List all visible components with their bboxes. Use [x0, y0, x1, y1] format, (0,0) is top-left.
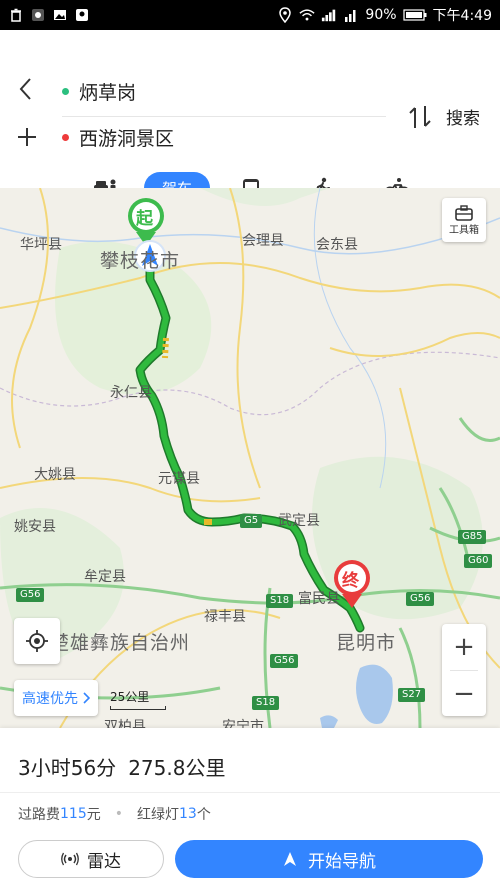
city-label: 攀枝花市 [100, 250, 181, 272]
origin-text: 炳草岗 [79, 82, 137, 104]
radar-button[interactable]: 雷达 [18, 840, 164, 878]
city-label: 武定县 [278, 513, 320, 529]
route-header: 炳草岗 西游洞景区 搜索 驾车 [0, 30, 500, 204]
road-badge: G60 [464, 554, 493, 568]
toll-value: 115 [60, 806, 87, 822]
lights-label: 红绿灯 [137, 807, 179, 823]
signal-icon [321, 7, 337, 23]
signal-2-icon [343, 7, 359, 23]
zoom-out-button[interactable]: − [442, 671, 486, 717]
city-label: 会东县 [316, 237, 358, 253]
scale-bar [110, 706, 166, 710]
trash-icon [8, 7, 24, 23]
city-label: 禄丰县 [204, 609, 246, 625]
city-label: 牟定县 [84, 569, 126, 585]
route-summary[interactable]: 3小时56分 275.8公里 [18, 752, 225, 781]
zoom-control: + − [442, 624, 486, 716]
field-divider [62, 116, 386, 117]
back-button[interactable] [14, 74, 40, 104]
city-label: 双柏县 [104, 719, 146, 728]
road-badge: S18 [266, 594, 294, 608]
radar-icon [61, 852, 79, 866]
road-badge: G85 [458, 530, 487, 544]
chevron-left-icon [19, 78, 31, 100]
route-preference-button[interactable]: 高速优先 [14, 680, 98, 716]
city-label: 元谋县 [158, 471, 200, 487]
radar-label: 雷达 [87, 851, 121, 872]
duration: 3小时56分 [18, 756, 117, 780]
lights-value: 13 [179, 806, 197, 822]
wifi-icon [299, 7, 316, 23]
battery-percent: 90% [365, 7, 397, 23]
search-button[interactable]: 搜索 [446, 104, 480, 129]
road-badge: G56 [270, 654, 299, 668]
city-label: 昆明市 [336, 632, 397, 654]
route-preference-label: 高速优先 [22, 691, 78, 707]
app-grid-icon [30, 7, 46, 23]
start-navigation-label: 开始导航 [308, 851, 376, 872]
road-badge: G56 [406, 592, 435, 606]
destination-dot [62, 134, 69, 141]
toolbox-icon [455, 204, 473, 221]
start-navigation-button[interactable]: 开始导航 [175, 840, 483, 878]
toolbox-button[interactable]: 工具箱 [442, 198, 486, 242]
city-label: 永仁县 [110, 385, 152, 401]
city-label: 楚雄彝族自治州 [50, 632, 191, 654]
origin-dot [62, 88, 69, 95]
road-badge: G56 [16, 588, 45, 602]
city-label: 姚安县 [14, 519, 56, 535]
add-waypoint-button[interactable] [14, 122, 40, 152]
destination-field[interactable]: 西游洞景区 [62, 124, 174, 151]
road-badge: G5 [240, 514, 263, 528]
battery-icon [402, 7, 427, 23]
route-summary-panel: 3小时56分 275.8公里 过路费 115 元 • 红绿灯 13 个 雷达 开… [0, 728, 500, 889]
image-icon [52, 7, 68, 23]
separator-dot: • [114, 806, 123, 822]
city-label: 安宁市 [222, 719, 264, 728]
origin-field[interactable]: 炳草岗 [62, 78, 136, 105]
status-bar: 90% 下午4:49 [0, 0, 500, 30]
chevron-right-icon [83, 692, 90, 704]
clock: 下午4:49 [432, 8, 492, 24]
city-label: 大姚县 [34, 467, 76, 483]
plus-icon [18, 128, 36, 146]
toolbox-label: 工具箱 [449, 224, 479, 236]
start-marker-label: 起 [136, 209, 153, 229]
location-icon [277, 7, 293, 23]
city-label: 会理县 [242, 233, 284, 249]
end-marker-label: 终 [342, 571, 359, 591]
road-badge: S27 [398, 688, 426, 702]
city-label: 富民县 [298, 591, 340, 607]
city-label: 华坪县 [20, 237, 62, 253]
road-badge: S18 [252, 696, 280, 710]
map-app-icon [74, 7, 90, 23]
route-meta: 过路费 115 元 • 红绿灯 13 个 [18, 804, 211, 824]
scale-label: 25公里 [110, 690, 150, 704]
distance: 275.8公里 [128, 756, 226, 780]
zoom-in-button[interactable]: + [442, 624, 486, 670]
destination-text: 西游洞景区 [79, 128, 175, 150]
panel-divider [0, 792, 500, 793]
locate-button[interactable] [14, 618, 60, 664]
crosshair-icon [26, 630, 48, 652]
map-view[interactable]: 起 终 华坪县 攀枝花市 会理县 会东县 永仁县 大姚县 元谋县 姚安县 武定县… [0, 188, 500, 728]
swap-button[interactable] [405, 104, 435, 130]
toll-unit: 元 [86, 807, 101, 823]
lights-unit: 个 [196, 807, 211, 823]
navigation-arrow-icon [284, 852, 296, 866]
toll-label: 过路费 [18, 807, 60, 823]
swap-icon [409, 106, 431, 128]
